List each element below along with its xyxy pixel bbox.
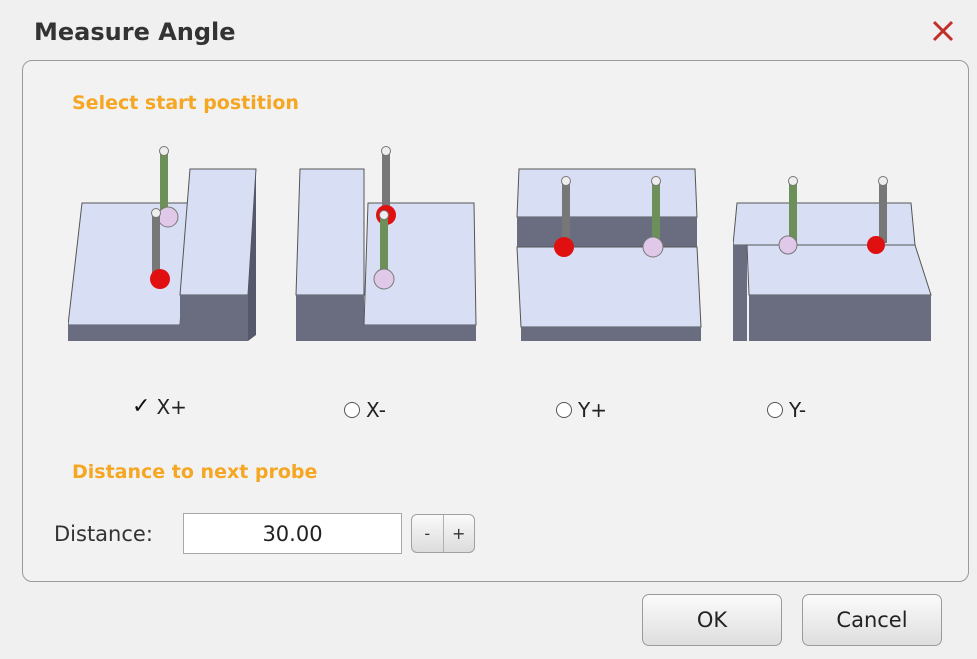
decrement-button[interactable]: -	[412, 515, 443, 552]
option-y-plus[interactable]: Y+	[556, 398, 607, 422]
distance-stepper: - +	[411, 514, 475, 553]
measure-angle-dialog: Measure Angle Select start postition ✓︎ …	[0, 0, 977, 659]
ok-button[interactable]: OK	[642, 594, 782, 646]
distance-input[interactable]	[183, 513, 402, 554]
distance-label: Distance:	[54, 522, 153, 546]
radio-icon	[556, 402, 572, 418]
option-x-plus-label: X+	[156, 395, 187, 419]
option-x-plus[interactable]: ✓︎ X+	[132, 395, 187, 419]
radio-icon	[767, 402, 783, 418]
x-plus-illustration[interactable]	[68, 145, 263, 345]
start-position-heading: Select start postition	[72, 92, 299, 114]
option-x-minus-label: X-	[366, 398, 386, 422]
option-x-minus[interactable]: X-	[344, 398, 386, 422]
checked-radio-icon: ✓︎	[132, 394, 151, 419]
option-y-plus-label: Y+	[578, 398, 607, 422]
y-minus-illustration[interactable]	[733, 145, 933, 345]
cancel-button[interactable]: Cancel	[802, 594, 942, 646]
dialog-title: Measure Angle	[34, 18, 236, 46]
radio-icon	[344, 402, 360, 418]
close-icon[interactable]	[926, 14, 960, 48]
option-y-minus-label: Y-	[789, 398, 807, 422]
x-minus-illustration[interactable]	[292, 145, 487, 345]
increment-button[interactable]: +	[442, 515, 475, 552]
distance-heading: Distance to next probe	[72, 461, 318, 483]
option-y-minus[interactable]: Y-	[767, 398, 806, 422]
y-plus-illustration[interactable]	[515, 145, 710, 345]
